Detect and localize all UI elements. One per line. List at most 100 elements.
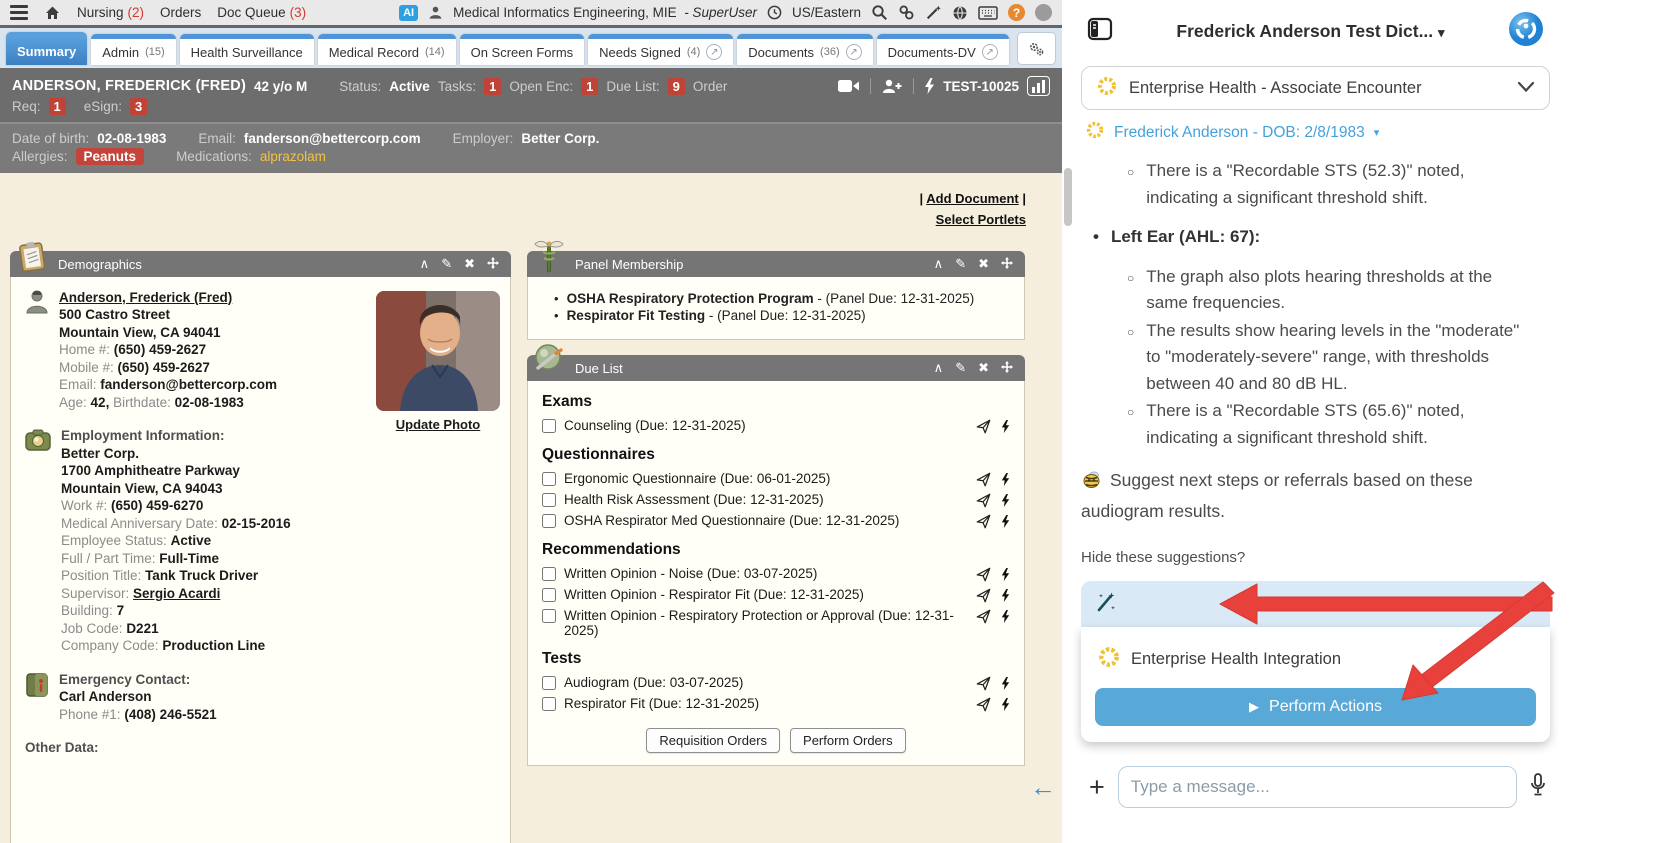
assistant-logo[interactable] (1508, 11, 1544, 52)
collapse-icon[interactable]: ∧ (934, 360, 944, 376)
perform-bolt-icon[interactable] (1001, 676, 1010, 691)
tab-settings-button[interactable] (1017, 32, 1056, 65)
perform-bolt-icon[interactable] (1001, 588, 1010, 603)
send-icon[interactable] (976, 676, 991, 691)
external-link-icon[interactable]: ↗ (982, 44, 998, 60)
perform-actions-button[interactable]: ▶ Perform Actions (1095, 688, 1536, 726)
update-photo-link[interactable]: Update Photo (396, 417, 481, 432)
external-link-icon[interactable]: ↗ (846, 44, 862, 60)
due-item-checkbox[interactable] (542, 514, 556, 528)
microphone-icon[interactable] (1530, 773, 1546, 802)
edit-icon[interactable]: ✎ (955, 256, 966, 272)
send-icon[interactable] (976, 419, 991, 434)
scrollbar-thumb[interactable] (1064, 168, 1072, 226)
collapse-icon[interactable]: ∧ (934, 256, 944, 272)
due-item-checkbox[interactable] (542, 697, 556, 711)
tab-medical-record[interactable]: Medical Record(14) (318, 34, 456, 65)
attach-plus-button[interactable]: + (1089, 774, 1105, 801)
message-input[interactable] (1118, 766, 1517, 808)
sidebar-toggle-icon[interactable] (1087, 17, 1113, 46)
due-item-checkbox[interactable] (542, 472, 556, 486)
perform-bolt-icon[interactable] (1001, 609, 1010, 624)
chart-graph-button[interactable] (1027, 76, 1050, 96)
search-icon[interactable] (871, 4, 888, 21)
home-icon[interactable] (44, 5, 61, 21)
external-link-icon[interactable]: ↗ (706, 44, 722, 60)
close-icon[interactable]: ✖ (978, 256, 989, 272)
wand-icon[interactable] (925, 4, 942, 21)
due-item-checkbox[interactable] (542, 676, 556, 690)
perform-bolt-icon[interactable] (1001, 493, 1010, 508)
patient-context-link[interactable]: Frederick Anderson - DOB: 2/8/1983 ▾ (1075, 120, 1556, 145)
send-icon[interactable] (976, 588, 991, 603)
lightning-icon[interactable] (924, 78, 935, 94)
send-icon[interactable] (976, 567, 991, 582)
due-list-count-badge[interactable]: 9 (668, 78, 685, 95)
nav-orders[interactable]: Orders (160, 5, 201, 20)
close-icon[interactable]: ✖ (978, 360, 989, 376)
panel-collapse-arrow[interactable]: ← (1030, 772, 1056, 803)
due-item-checkbox[interactable] (542, 588, 556, 602)
move-icon[interactable] (1001, 361, 1013, 376)
perform-bolt-icon[interactable] (1001, 697, 1010, 712)
add-document-link[interactable]: Add Document (926, 191, 1018, 206)
send-icon[interactable] (976, 609, 991, 624)
close-icon[interactable]: ✖ (464, 256, 475, 272)
suggested-prompt[interactable]: Suggest next steps or referrals based on… (1081, 466, 1548, 525)
select-portlets-link[interactable]: Select Portlets (936, 212, 1026, 227)
tab-on-screen-forms[interactable]: On Screen Forms (460, 34, 585, 65)
hamburger-menu-icon[interactable] (10, 5, 28, 20)
move-icon[interactable] (1001, 257, 1013, 272)
help-icon[interactable]: ? (1008, 4, 1025, 21)
nav-nursing[interactable]: Nursing(2) (77, 5, 144, 20)
perform-orders-button[interactable]: Perform Orders (790, 728, 906, 753)
open-enc-count-badge[interactable]: 1 (581, 78, 598, 95)
video-icon[interactable] (838, 79, 860, 93)
link-icon[interactable] (898, 4, 915, 21)
due-list-header[interactable]: Due List ∧ ✎ ✖ (527, 355, 1025, 381)
tab-needs-signed[interactable]: Needs Signed(4)↗ (588, 34, 733, 65)
perform-bolt-icon[interactable] (1001, 567, 1010, 582)
add-person-icon[interactable] (881, 78, 903, 94)
send-icon[interactable] (976, 514, 991, 529)
supervisor-link[interactable]: Sergio Acardi (133, 586, 220, 601)
ai-badge[interactable]: AI (399, 5, 418, 21)
tab-documents[interactable]: Documents(36)↗ (737, 34, 872, 65)
esign-count-badge[interactable]: 3 (130, 98, 147, 115)
move-icon[interactable] (487, 257, 499, 272)
tab-documents-dv[interactable]: Documents-DV↗ (877, 34, 1009, 65)
demographics-portlet-header[interactable]: Demographics ∧ ✎ ✖ (10, 251, 511, 277)
send-icon[interactable] (976, 472, 991, 487)
perform-bolt-icon[interactable] (1001, 419, 1010, 434)
requisition-orders-button[interactable]: Requisition Orders (646, 728, 780, 753)
suggestion-action-box[interactable] (1081, 581, 1550, 627)
globe-icon[interactable] (952, 5, 968, 21)
encounter-source-card[interactable]: Enterprise Health - Associate Encounter (1081, 66, 1550, 110)
perform-bolt-icon[interactable] (1001, 472, 1010, 487)
hide-suggestions-link[interactable]: Hide these suggestions? (1081, 549, 1550, 566)
order-link[interactable]: Order (693, 79, 728, 94)
req-count-badge[interactable]: 1 (49, 98, 66, 115)
send-icon[interactable] (976, 697, 991, 712)
tab-admin[interactable]: Admin(15) (91, 34, 175, 65)
patient-name-link[interactable]: Anderson, Frederick (Fred) (59, 290, 232, 305)
nav-doc-queue[interactable]: Doc Queue(3) (217, 5, 306, 20)
due-item-checkbox[interactable] (542, 567, 556, 581)
keyboard-icon[interactable] (978, 6, 998, 20)
tab-health-surveillance[interactable]: Health Surveillance (180, 34, 314, 65)
collapse-icon[interactable]: ∧ (420, 256, 430, 272)
tab-summary[interactable]: Summary (6, 32, 87, 65)
conversation-title[interactable]: Frederick Anderson Test Dict... ▾ (1121, 21, 1500, 42)
perform-bolt-icon[interactable] (1001, 514, 1010, 529)
edit-icon[interactable]: ✎ (441, 256, 452, 272)
send-icon[interactable] (976, 493, 991, 508)
medication-value[interactable]: alprazolam (260, 149, 326, 164)
due-item-checkbox[interactable] (542, 493, 556, 507)
allergy-badge[interactable]: Peanuts (76, 148, 145, 165)
tasks-count-badge[interactable]: 1 (484, 78, 501, 95)
due-item-checkbox[interactable] (542, 419, 556, 433)
panel-membership-header[interactable]: Panel Membership ∧ ✎ ✖ (527, 251, 1025, 277)
timezone-label[interactable]: US/Eastern (792, 5, 861, 20)
chevron-down-icon[interactable] (1517, 79, 1535, 98)
due-item-checkbox[interactable] (542, 609, 556, 623)
